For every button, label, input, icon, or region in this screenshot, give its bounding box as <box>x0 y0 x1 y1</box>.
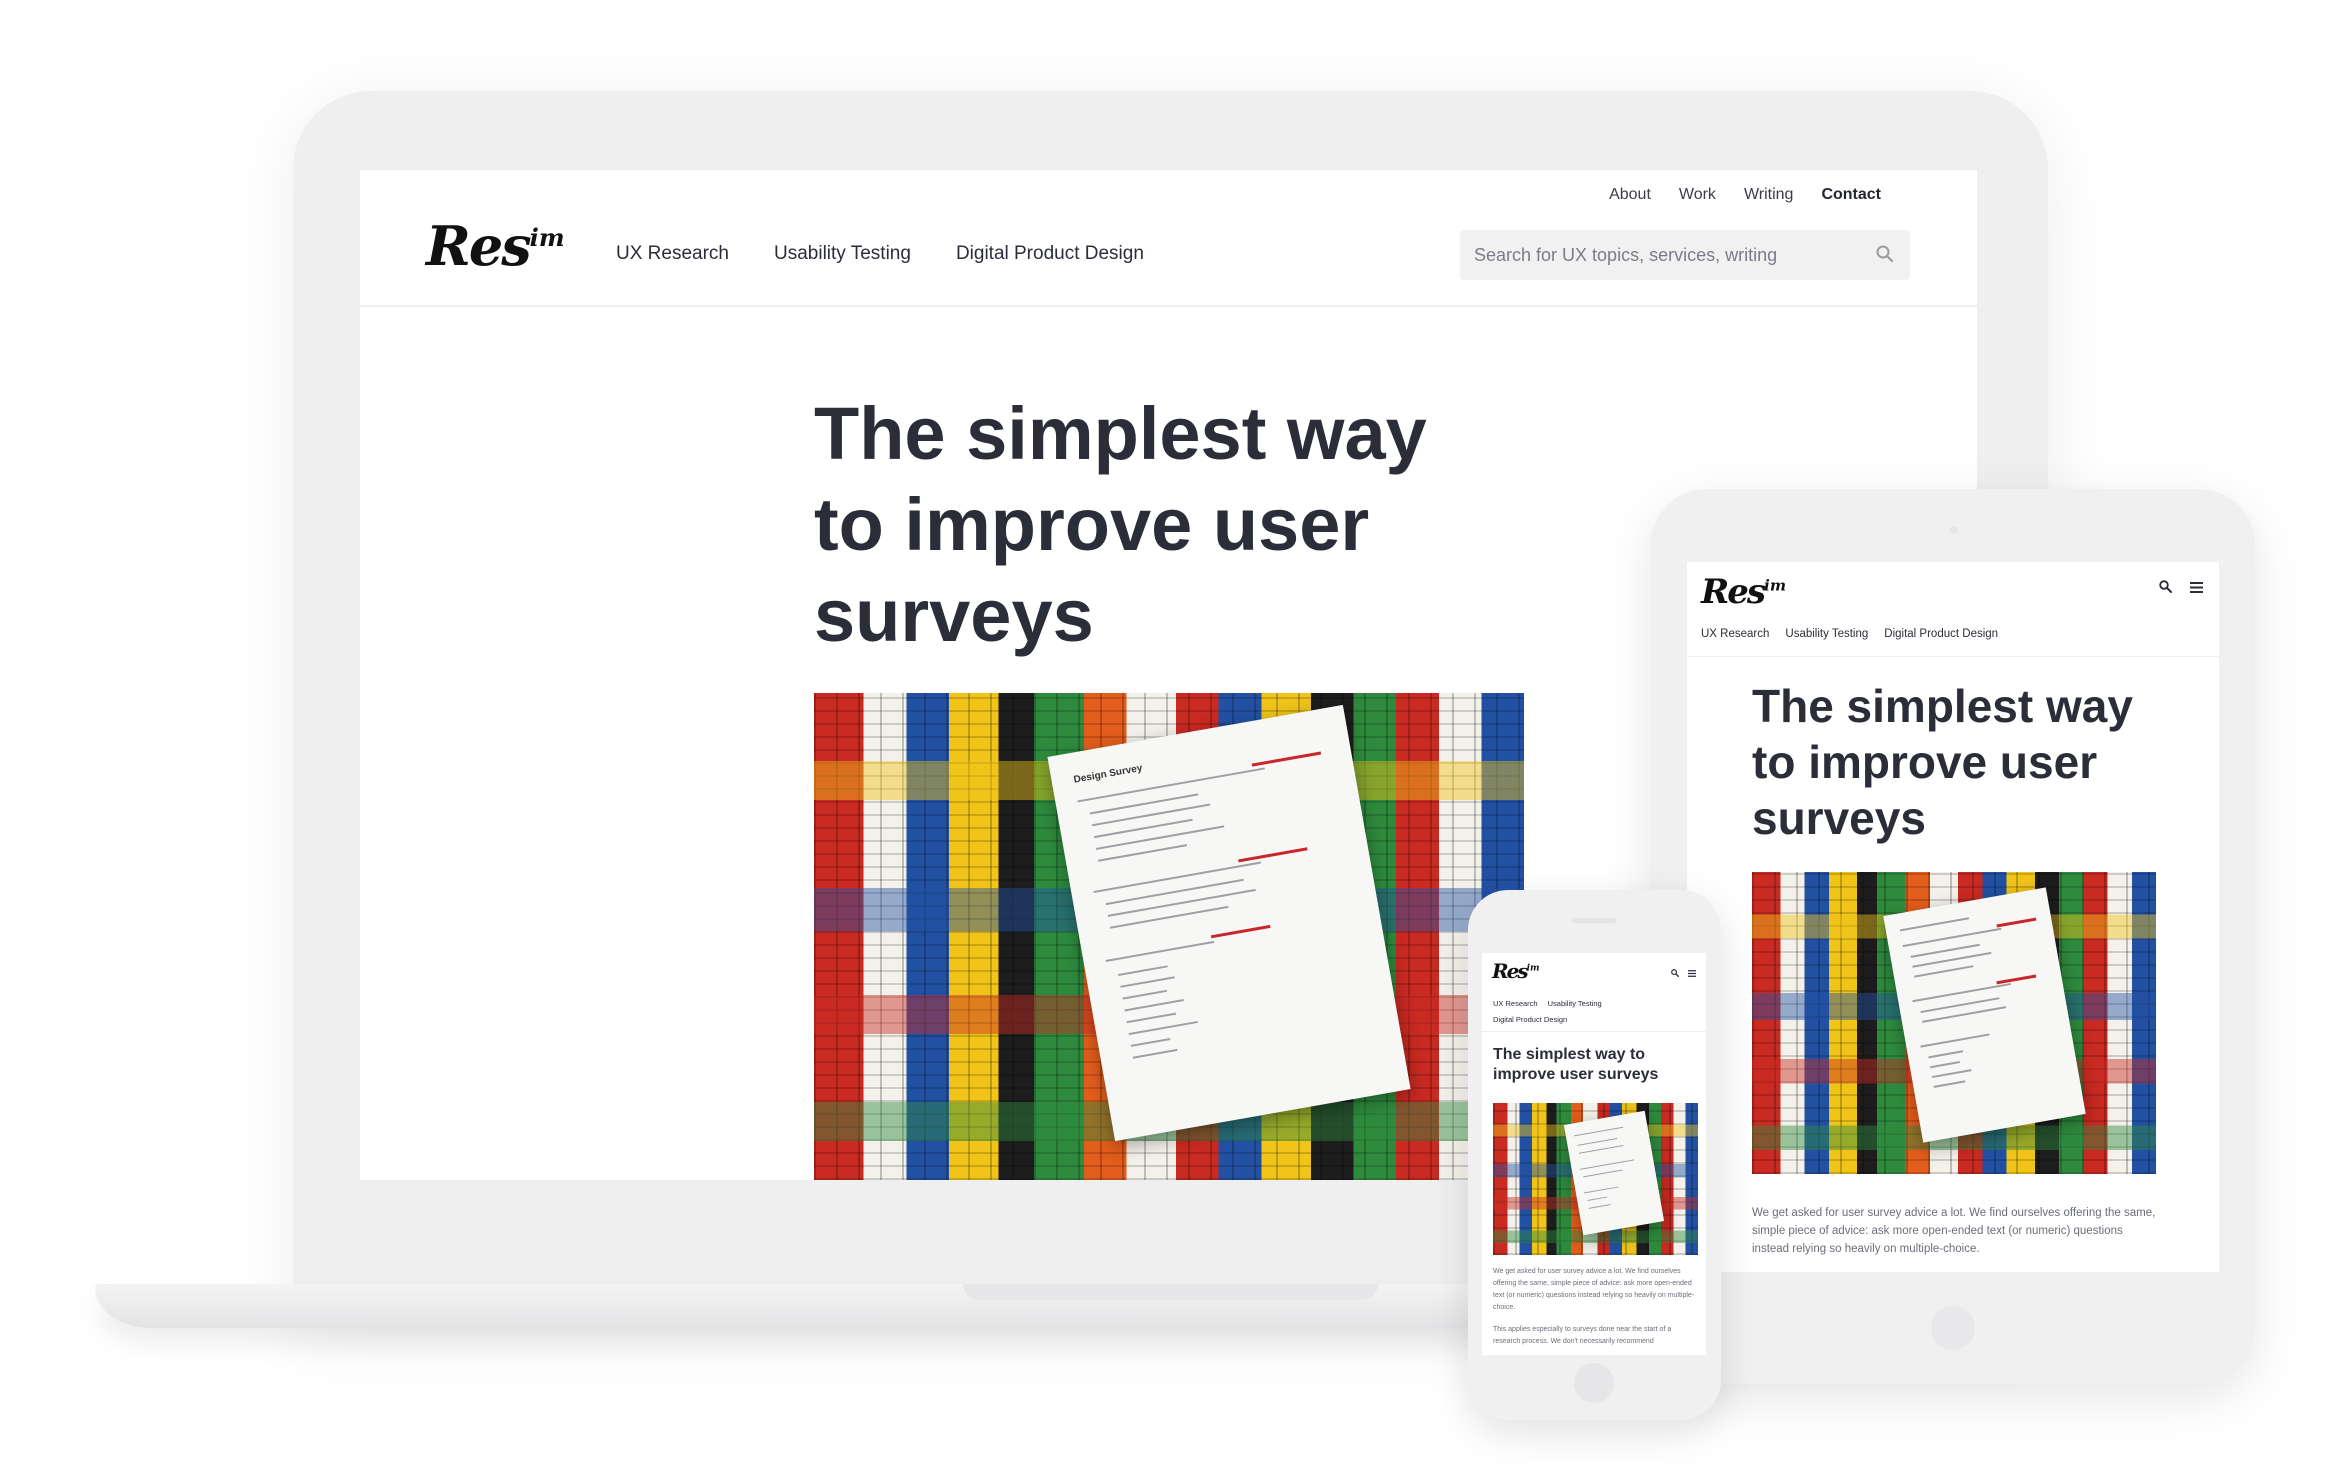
nav-item-usability-testing[interactable]: Usability Testing <box>1548 999 1602 1008</box>
logo-suffix: im <box>529 223 565 252</box>
site-logo[interactable]: Resim <box>1492 959 1540 983</box>
nav-item-digital-product-design[interactable]: Digital Product Design <box>956 243 1144 265</box>
logo-text: Res <box>1701 572 1766 612</box>
header-divider <box>1482 1031 1706 1032</box>
nav-item-usability-testing[interactable]: Usability Testing <box>774 243 911 265</box>
tablet-home-button <box>1931 1306 1975 1350</box>
search-box <box>1460 230 1910 280</box>
main-nav: UX Research Usability Testing Digital Pr… <box>1701 628 1998 640</box>
logo-text: Res <box>426 214 532 278</box>
search-input[interactable] <box>1474 244 1854 266</box>
page-title: The simplest way to improve user surveys <box>814 392 1427 657</box>
article-paragraph-2: This applies especially to surveys done … <box>1493 1326 1672 1345</box>
page-title: The simplest way to improve user surveys <box>1752 680 2133 844</box>
nav-link-contact[interactable]: Contact <box>1821 186 1881 204</box>
tablet-camera <box>1950 526 1958 534</box>
nav-item-digital-product-design[interactable]: Digital Product Design <box>1884 628 1998 640</box>
site-logo[interactable]: Resim <box>1701 572 1786 612</box>
laptop-notch <box>963 1284 1378 1300</box>
tablet-header-icons <box>2159 580 2203 598</box>
site-logo[interactable]: Resim <box>426 214 565 278</box>
nav-item-ux-research[interactable]: UX Research <box>1493 999 1538 1008</box>
search-icon[interactable] <box>1671 964 1680 982</box>
survey-heading: Design Survey <box>1072 762 1144 786</box>
nav-link-about[interactable]: About <box>1609 186 1651 204</box>
hero-image <box>1493 1103 1698 1255</box>
phone-screen: Resim UX Research Usability Testing Digit… <box>1482 953 1706 1355</box>
phone-speaker <box>1572 918 1616 923</box>
header-divider <box>1687 656 2219 657</box>
search-icon[interactable] <box>1876 245 1894 268</box>
menu-icon[interactable] <box>2190 580 2203 598</box>
article-paragraph: We get asked for user survey advice a lo… <box>1752 1207 2156 1255</box>
nav-item-ux-research[interactable]: UX Research <box>1701 628 1769 640</box>
utility-nav: About Work Writing Contact <box>1609 186 1881 204</box>
phone-home-button <box>1574 1363 1614 1403</box>
main-nav: UX Research Usability Testing Digital Pr… <box>616 243 1144 265</box>
page-title: The simplest way to improve user surveys <box>1493 1046 1659 1083</box>
search-icon[interactable] <box>2159 580 2172 598</box>
logo-text: Res <box>1492 959 1529 983</box>
header-divider <box>360 305 1977 307</box>
hero-image: Design Survey <box>814 693 1524 1180</box>
menu-icon[interactable] <box>1688 964 1696 982</box>
tablet-screen: Resim UX Research Usability Testing Digi… <box>1687 562 2219 1272</box>
phone-header-icons <box>1671 964 1696 982</box>
article-paragraph: We get asked for user survey advice a lo… <box>1493 1268 1695 1311</box>
nav-link-work[interactable]: Work <box>1679 186 1716 204</box>
nav-link-writing[interactable]: Writing <box>1744 186 1794 204</box>
main-nav: UX Research Usability Testing Digital Pro… <box>1493 996 1643 1028</box>
logo-suffix: im <box>1764 576 1787 595</box>
nav-item-ux-research[interactable]: UX Research <box>616 243 729 265</box>
logo-suffix: im <box>1526 963 1540 974</box>
nav-item-usability-testing[interactable]: Usability Testing <box>1785 628 1868 640</box>
nav-item-digital-product-design[interactable]: Digital Product Design <box>1493 1015 1567 1024</box>
hero-image <box>1752 872 2156 1174</box>
